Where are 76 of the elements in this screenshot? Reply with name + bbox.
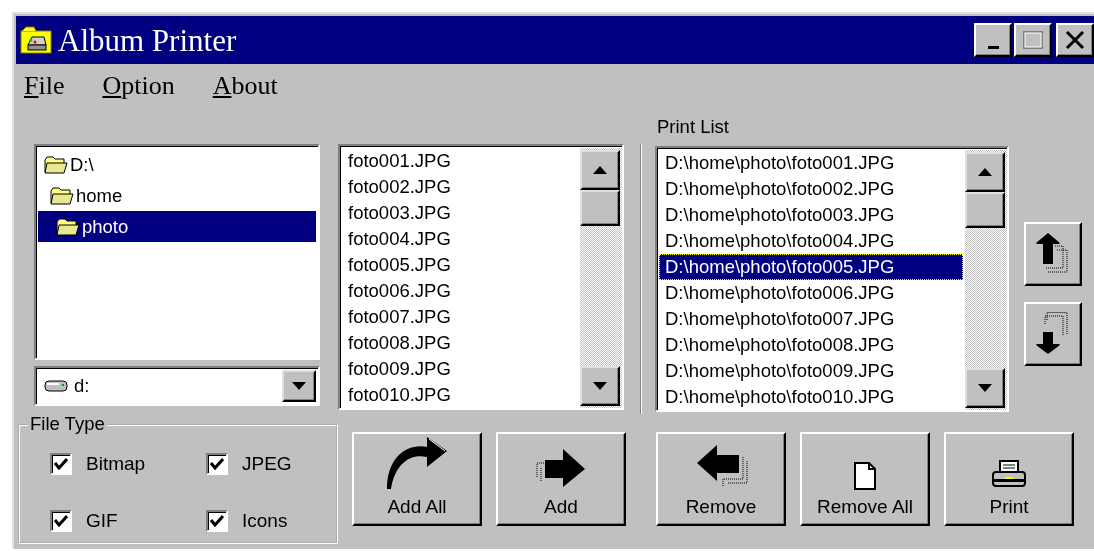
maximize-icon <box>1022 30 1044 50</box>
window-title: Album Printer <box>58 24 237 56</box>
drive-dropdown[interactable]: d: <box>34 366 320 406</box>
tree-item[interactable]: photo <box>38 211 316 242</box>
list-item[interactable]: D:\home\photo\foto004.JPG <box>659 228 965 254</box>
check-icon <box>54 457 68 472</box>
list-item[interactable]: D:\home\photo\foto003.JPG <box>659 202 965 228</box>
list-item[interactable]: D:\home\photo\foto009.JPG <box>659 358 965 384</box>
list-item[interactable]: foto005.JPG <box>342 252 580 278</box>
check-icon <box>54 513 68 528</box>
list-label: Print List <box>656 116 729 138</box>
folder-icon <box>50 186 74 205</box>
drive-icon <box>44 379 68 393</box>
list-item[interactable]: D:\home\photo\foto006.JPG <box>659 280 965 306</box>
scrollbar[interactable] <box>580 148 622 408</box>
list-item[interactable]: D:\home\photo\foto007.JPG <box>659 306 965 332</box>
list-item[interactable]: D:\home\photo\foto010.JPG <box>659 384 965 410</box>
toolbar-button[interactable]: Remove <box>656 432 786 526</box>
check-icon <box>210 513 224 528</box>
checkbox-label: JPEG <box>242 452 292 476</box>
list-item[interactable]: foto004.JPG <box>342 226 580 252</box>
checkbox[interactable] <box>50 509 72 532</box>
tree-item[interactable]: home <box>38 180 316 211</box>
scroll-up-button[interactable] <box>965 152 1005 192</box>
move-down-button[interactable] <box>1024 302 1082 366</box>
scroll-down-icon <box>976 382 994 394</box>
toolbar-button[interactable]: Add <box>496 432 626 526</box>
close-button[interactable] <box>1056 23 1094 57</box>
menu-item[interactable]: File <box>24 72 65 112</box>
scroll-up-button[interactable] <box>580 150 620 190</box>
menu-item[interactable]: About <box>212 72 278 112</box>
list-item[interactable]: D:\home\photo\foto005.JPG <box>659 254 963 280</box>
list-item[interactable]: D:\home\photo\foto002.JPG <box>659 176 965 202</box>
scroll-down-icon <box>591 380 609 392</box>
folder-icon <box>56 217 80 236</box>
down-arrow-icon <box>1036 312 1070 356</box>
toolbar-button[interactable]: Add All <box>352 432 482 526</box>
tree-item[interactable]: D:\ <box>38 149 316 180</box>
move-up-button[interactable] <box>1024 222 1082 286</box>
list-item[interactable]: foto003.JPG <box>342 200 580 226</box>
toolbar-button[interactable]: Print <box>944 432 1074 526</box>
checkbox-label: Bitmap <box>86 452 146 476</box>
scrollbar[interactable] <box>965 150 1007 410</box>
scroll-up-icon <box>591 164 609 176</box>
check-icon <box>210 457 224 472</box>
checkbox[interactable] <box>206 453 228 476</box>
scroll-thumb[interactable] <box>965 192 1005 228</box>
minimize-button[interactable] <box>974 23 1012 57</box>
up-arrow-icon <box>1036 232 1070 276</box>
close-icon <box>1064 30 1086 50</box>
list-item[interactable]: foto002.JPG <box>342 174 580 200</box>
list-item[interactable]: D:\home\photo\foto008.JPG <box>659 332 965 358</box>
minimize-icon <box>987 45 999 49</box>
toolbar-button[interactable]: Remove All <box>800 432 930 526</box>
scroll-down-button[interactable] <box>580 366 620 406</box>
list-item[interactable]: foto007.JPG <box>342 304 580 330</box>
document-icon <box>853 461 877 492</box>
scroll-up-icon <box>976 166 994 178</box>
list-item[interactable]: foto006.JPG <box>342 278 580 304</box>
list-item[interactable]: foto010.JPG <box>342 382 580 408</box>
checkbox[interactable] <box>206 509 228 532</box>
folder-icon <box>44 155 68 174</box>
scroll-thumb[interactable] <box>580 190 620 226</box>
checkbox-label: Icons <box>242 508 288 533</box>
dropdown-arrow-icon <box>290 380 308 392</box>
menu-item[interactable]: Option <box>102 72 175 112</box>
list-item[interactable]: foto009.JPG <box>342 356 580 382</box>
checkbox-label: GIF <box>86 508 118 533</box>
dropdown-button[interactable] <box>282 370 316 402</box>
scroll-down-button[interactable] <box>965 368 1005 408</box>
list-item[interactable]: foto001.JPG <box>342 148 580 174</box>
checkbox[interactable] <box>50 453 72 476</box>
list-item[interactable]: foto008.JPG <box>342 330 580 356</box>
list-item[interactable]: D:\home\photo\foto001.JPG <box>659 150 965 176</box>
maximize-button[interactable] <box>1014 23 1052 57</box>
app-icon <box>20 25 52 55</box>
